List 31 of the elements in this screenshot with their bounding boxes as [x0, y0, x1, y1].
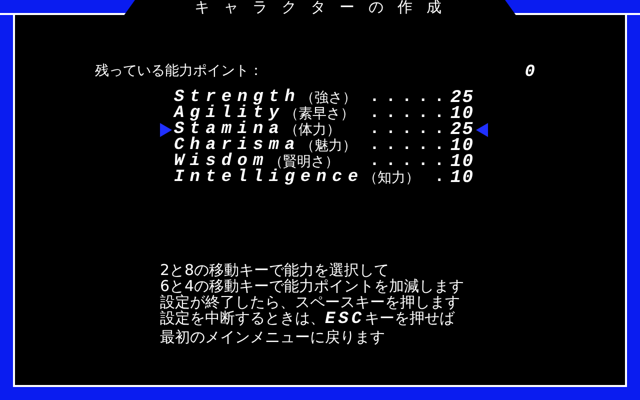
stat-label: （体力）	[284, 122, 341, 138]
stat-name: Agility	[174, 106, 285, 122]
stat-name: Wisdom	[174, 154, 269, 170]
window-title: キャラクターの作成	[194, 0, 456, 15]
dot-leader: .....	[369, 154, 450, 170]
dot-leader: .....	[369, 122, 450, 138]
stat-value: 10	[450, 170, 474, 186]
points-value: 0	[524, 63, 535, 82]
stat-value: 10	[450, 154, 474, 170]
instruction-text: 6と4の移動キーで能力ポイントを加減します	[160, 278, 466, 294]
stat-label: （知力）	[364, 170, 420, 186]
instruction-text: 2と8の移動キーで能力を選択して	[160, 262, 390, 278]
dot-leader: .....	[369, 138, 450, 154]
points-label: 残っている能力ポイント：	[95, 63, 263, 81]
dot-leader: .....	[369, 90, 450, 106]
stat-name: Stamina	[174, 122, 285, 138]
instruction-text: 設定が終了したら、スペースキーを押します	[160, 294, 460, 310]
stat-name: Charisma	[174, 138, 300, 154]
stat-name: Intelligence	[174, 170, 364, 186]
stat-value: 25	[450, 122, 474, 138]
dot-leader: .	[434, 170, 450, 186]
stat-label: （強さ）	[300, 90, 356, 106]
stat-name: Strength	[174, 90, 300, 106]
stat-value: 25	[450, 90, 474, 106]
stat-label: （賢明さ）	[268, 154, 339, 170]
stat-value: 10	[450, 138, 474, 154]
stat-value: 10	[450, 106, 474, 122]
stat-label: （魅力）	[300, 138, 356, 154]
instruction-text: 最初のメインメニューに戻ります	[160, 329, 386, 345]
dot-leader: .....	[369, 106, 450, 122]
stat-label: （素早さ）	[284, 106, 355, 122]
